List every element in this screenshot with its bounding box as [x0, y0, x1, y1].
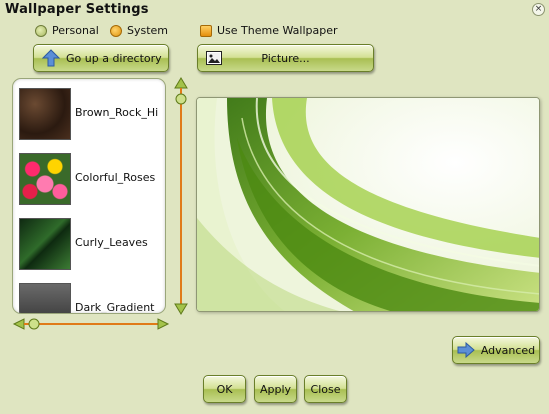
- thumbnail-dark-gradient[interactable]: [19, 283, 71, 313]
- horizontal-scrollbar[interactable]: [12, 317, 170, 331]
- close-icon[interactable]: ×: [532, 3, 545, 16]
- advanced-label: Advanced: [480, 343, 536, 357]
- vertical-scrollbar[interactable]: [172, 76, 190, 316]
- close-button[interactable]: Close: [304, 375, 347, 403]
- wallpaper-name[interactable]: Colorful_Roses: [75, 171, 155, 184]
- apply-button[interactable]: Apply: [254, 375, 297, 403]
- green-swoosh-image: [197, 98, 539, 311]
- use-theme-wallpaper-checkbox[interactable]: Use Theme Wallpaper: [200, 24, 338, 37]
- ok-label: OK: [216, 382, 233, 396]
- radio-system-label: System: [127, 24, 169, 37]
- up-arrow-icon: [42, 49, 60, 67]
- radio-personal[interactable]: Personal: [35, 24, 99, 37]
- use-theme-wallpaper-box[interactable]: [200, 24, 212, 37]
- wallpaper-name[interactable]: Dark_Gradient: [75, 301, 154, 313]
- wallpaper-list[interactable]: Brown_Rock_Hi Colorful_Roses Curly_Leave…: [12, 78, 166, 314]
- close-label: Close: [310, 382, 341, 396]
- radio-personal-indicator[interactable]: [35, 24, 47, 37]
- wallpaper-preview: [196, 97, 540, 312]
- picture-button[interactable]: Picture...: [197, 44, 374, 72]
- use-theme-wallpaper-label: Use Theme Wallpaper: [217, 24, 338, 37]
- thumbnail-brown-rock[interactable]: [19, 88, 71, 140]
- wallpaper-name[interactable]: Brown_Rock_Hi: [75, 106, 158, 119]
- radio-personal-label: Personal: [52, 24, 99, 37]
- window-title: Wallpaper Settings: [5, 2, 149, 17]
- horizontal-scroll-thumb[interactable]: [28, 318, 40, 330]
- radio-system[interactable]: System: [110, 24, 168, 37]
- apply-label: Apply: [259, 382, 292, 396]
- right-arrow-icon: [457, 342, 475, 358]
- radio-system-indicator[interactable]: [110, 24, 122, 37]
- picture-label: Picture...: [261, 51, 310, 65]
- wallpaper-name[interactable]: Curly_Leaves: [75, 236, 148, 249]
- ok-button[interactable]: OK: [203, 375, 246, 403]
- go-up-directory-label: Go up a directory: [66, 51, 162, 65]
- advanced-button[interactable]: Advanced: [452, 336, 540, 364]
- picture-icon: [206, 51, 222, 65]
- thumbnail-colorful-roses[interactable]: [19, 153, 71, 205]
- go-up-directory-button[interactable]: Go up a directory: [33, 44, 169, 72]
- vertical-scroll-thumb[interactable]: [175, 93, 187, 105]
- thumbnail-curly-leaves[interactable]: [19, 218, 71, 270]
